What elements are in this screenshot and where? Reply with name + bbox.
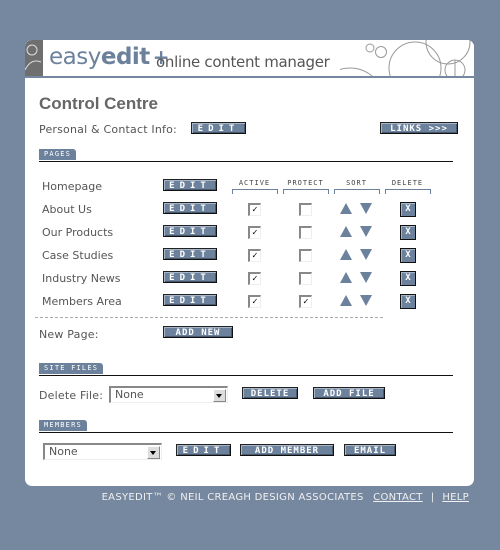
edit-page-button[interactable]: EDIT xyxy=(163,271,217,283)
footer-separator: | xyxy=(430,492,435,503)
sort-up-arrow-icon[interactable] xyxy=(340,272,352,283)
help-link[interactable]: HELP xyxy=(442,492,469,503)
chevron-down-icon[interactable] xyxy=(147,446,160,459)
edit-homepage-button[interactable]: EDIT xyxy=(163,179,217,191)
column-header-delete: DELETE xyxy=(391,179,424,187)
column-bracket xyxy=(334,189,380,194)
edit-personal-button[interactable]: EDIT xyxy=(191,122,246,134)
logo: easyedit + xyxy=(49,44,170,70)
delete-page-button[interactable]: X xyxy=(400,294,416,309)
sort-down-arrow-icon[interactable] xyxy=(360,203,372,214)
delete-page-button[interactable]: X xyxy=(400,248,416,263)
protect-checkbox[interactable] xyxy=(299,249,312,262)
page-name: Industry News xyxy=(42,272,121,285)
content-panel: easyedit + online content manager Control… xyxy=(25,40,474,486)
user-silhouette-icon xyxy=(25,40,43,78)
decorative-circles-icon xyxy=(340,40,471,78)
protect-checkbox[interactable] xyxy=(299,203,312,216)
pages-section-tab: PAGES xyxy=(39,149,77,160)
column-header-protect: PROTECT xyxy=(287,179,324,187)
sort-down-arrow-icon[interactable] xyxy=(360,226,372,237)
edit-member-button[interactable]: EDIT xyxy=(176,444,231,456)
page-name: About Us xyxy=(42,203,92,216)
protect-checkbox[interactable] xyxy=(299,272,312,285)
sort-down-arrow-icon[interactable] xyxy=(360,249,372,260)
delete-page-button[interactable]: X xyxy=(400,225,416,240)
edit-page-button[interactable]: EDIT xyxy=(163,248,217,260)
links-button[interactable]: LINKS >>> xyxy=(380,122,458,134)
tagline: online content manager xyxy=(156,53,330,71)
members-section-tab: MEMBERS xyxy=(39,420,87,431)
sort-up-arrow-icon[interactable] xyxy=(340,249,352,260)
protect-checkbox[interactable] xyxy=(299,226,312,239)
edit-page-button[interactable]: EDIT xyxy=(163,202,217,214)
active-checkbox[interactable]: ✓ xyxy=(248,226,261,239)
add-new-page-button[interactable]: ADD NEW xyxy=(163,326,233,338)
copyright-text: EASYEDIT™ © NEIL CREAGH DESIGN ASSOCIATE… xyxy=(101,492,364,503)
column-header-sort: SORT xyxy=(346,179,367,187)
sort-up-arrow-icon[interactable] xyxy=(340,203,352,214)
edit-page-button[interactable]: EDIT xyxy=(163,294,217,306)
column-bracket xyxy=(385,189,431,194)
active-checkbox[interactable]: ✓ xyxy=(248,203,261,216)
active-checkbox[interactable]: ✓ xyxy=(248,249,261,262)
active-checkbox[interactable]: ✓ xyxy=(248,272,261,285)
pages-section-divider xyxy=(39,161,453,162)
edit-page-button[interactable]: EDIT xyxy=(163,225,217,237)
sort-down-arrow-icon[interactable] xyxy=(360,295,372,306)
page-name: Case Studies xyxy=(42,249,114,262)
members-section-divider xyxy=(39,432,453,433)
file-select[interactable]: None xyxy=(109,386,228,403)
chevron-down-icon[interactable] xyxy=(213,389,226,402)
email-member-button[interactable]: EMAIL xyxy=(344,444,396,456)
add-file-button[interactable]: ADD FILE xyxy=(313,387,385,399)
sort-down-arrow-icon[interactable] xyxy=(360,272,372,283)
pages-dashed-divider xyxy=(35,317,383,318)
site-files-section-divider xyxy=(39,375,453,376)
page-title: Control Centre xyxy=(39,94,158,113)
column-bracket xyxy=(283,189,329,194)
column-header-active: ACTIVE xyxy=(238,179,271,187)
column-bracket xyxy=(232,189,278,194)
delete-file-label: Delete File: xyxy=(39,389,104,402)
delete-page-button[interactable]: X xyxy=(400,271,416,286)
contact-link[interactable]: CONTACT xyxy=(373,492,423,503)
protect-checkbox[interactable]: ✓ xyxy=(299,295,312,308)
banner-divider xyxy=(25,76,474,78)
page-name: Our Products xyxy=(42,226,114,239)
page-name: Members Area xyxy=(42,295,122,308)
delete-page-button[interactable]: X xyxy=(400,202,416,217)
add-member-button[interactable]: ADD MEMBER xyxy=(240,444,334,456)
site-files-section-tab: SITE FILES xyxy=(39,363,104,374)
new-page-label: New Page: xyxy=(39,328,99,341)
header-banner: easyedit + online content manager xyxy=(25,40,474,78)
page-name-homepage: Homepage xyxy=(42,180,102,193)
file-select-value: None xyxy=(115,388,144,401)
personal-info-label: Personal & Contact Info: xyxy=(39,123,177,136)
sort-up-arrow-icon[interactable] xyxy=(340,295,352,306)
active-checkbox[interactable]: ✓ xyxy=(248,295,261,308)
sort-up-arrow-icon[interactable] xyxy=(340,226,352,237)
member-select-value: None xyxy=(49,445,78,458)
delete-file-button[interactable]: DELETE xyxy=(242,387,298,399)
footer: EASYEDIT™ © NEIL CREAGH DESIGN ASSOCIATE… xyxy=(102,492,469,503)
member-select[interactable]: None xyxy=(43,443,162,460)
